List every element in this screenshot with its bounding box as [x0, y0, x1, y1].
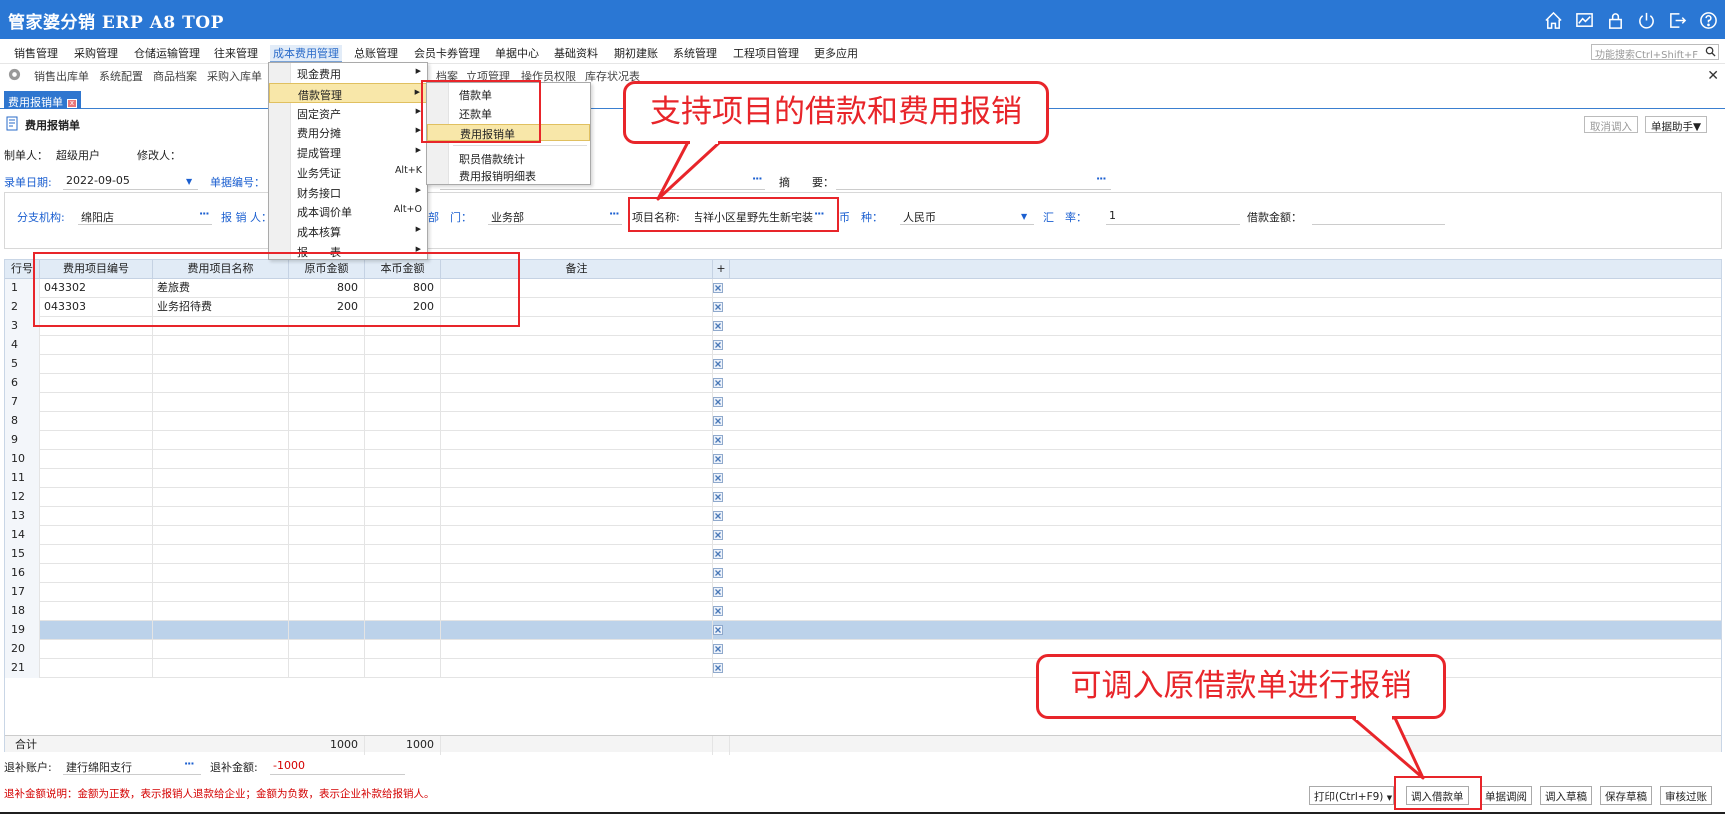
callout-project-loan: 支持项目的借款和费用报销	[623, 81, 1049, 144]
pointer-seam-top	[690, 140, 718, 144]
callout-pointer-bottom	[1351, 716, 1425, 780]
callout-import-loan: 可调入原借款单进行报销	[1036, 654, 1446, 719]
callout-pointer-top	[656, 140, 722, 201]
pointer-seam-bottom	[1356, 716, 1392, 720]
